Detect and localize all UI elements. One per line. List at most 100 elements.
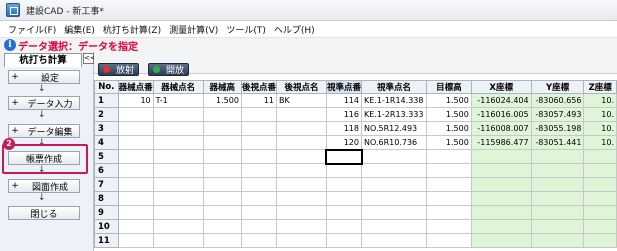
menu-pile-calc[interactable]: 杭打ち計算(Z) xyxy=(99,23,165,36)
table-cell[interactable]: BK xyxy=(275,93,327,108)
menu-survey-calc[interactable]: 測量計算(V) xyxy=(165,23,222,36)
table-row[interactable]: 10 xyxy=(94,219,617,234)
open-button[interactable]: 開放 xyxy=(148,63,190,76)
table-cell[interactable] xyxy=(361,219,427,234)
table-cell[interactable] xyxy=(425,233,472,248)
table-cell[interactable] xyxy=(583,191,617,206)
table-cell[interactable] xyxy=(202,149,242,164)
table-cell[interactable] xyxy=(152,219,204,234)
table-row[interactable]: 9 xyxy=(94,205,617,220)
table-cell[interactable] xyxy=(361,177,427,192)
table-cell[interactable] xyxy=(152,233,204,248)
close-button[interactable]: 閉じる xyxy=(8,206,80,220)
table-cell[interactable]: 1.500 xyxy=(425,135,472,150)
table-cell[interactable]: 120 xyxy=(325,135,363,150)
table-cell[interactable] xyxy=(152,177,204,192)
table-cell[interactable] xyxy=(470,149,532,164)
table-cell[interactable]: KE.1-2R13.333 xyxy=(361,107,427,122)
table-cell[interactable]: 10. xyxy=(583,107,617,122)
table-cell[interactable] xyxy=(470,191,532,206)
table-cell[interactable] xyxy=(583,219,617,234)
table-cell[interactable] xyxy=(470,205,532,220)
data-edit-button[interactable]: + データ編集 xyxy=(8,124,80,138)
table-cell[interactable] xyxy=(361,205,427,220)
column-header[interactable]: X座標 xyxy=(470,80,532,94)
table-cell[interactable] xyxy=(117,149,154,164)
table-cell[interactable] xyxy=(117,121,154,136)
table-cell[interactable]: 1.500 xyxy=(425,107,472,122)
table-cell[interactable] xyxy=(202,205,242,220)
table-row[interactable]: 2 116 KE.1-2R13.333 1.500 -116016.005 -83057.… xyxy=(94,107,617,122)
table-cell[interactable]: -116008.007 xyxy=(470,121,532,136)
table-cell[interactable] xyxy=(325,219,363,234)
table-cell[interactable] xyxy=(202,121,242,136)
column-header[interactable]: 器械高 xyxy=(202,80,242,94)
table-cell[interactable] xyxy=(425,219,472,234)
table-cell[interactable] xyxy=(361,233,427,248)
table-cell[interactable] xyxy=(325,163,363,178)
table-cell[interactable]: KE.1-1R14.338 xyxy=(361,93,427,108)
table-cell[interactable]: 1.500 xyxy=(425,93,472,108)
table-cell[interactable] xyxy=(152,135,204,150)
table-cell[interactable] xyxy=(275,135,327,150)
table-cell[interactable] xyxy=(275,107,327,122)
table-cell[interactable] xyxy=(152,205,204,220)
table-cell[interactable]: 1.500 xyxy=(202,93,242,108)
table-cell[interactable] xyxy=(240,121,277,136)
table-cell[interactable] xyxy=(117,135,154,150)
table-cell[interactable] xyxy=(202,163,242,178)
table-cell[interactable]: 114 xyxy=(325,93,363,108)
table-cell[interactable] xyxy=(361,149,427,164)
table-row[interactable]: 6 xyxy=(94,163,617,178)
table-cell[interactable] xyxy=(152,121,204,136)
table-cell[interactable] xyxy=(275,163,327,178)
table-cell[interactable] xyxy=(117,107,154,122)
table-cell[interactable]: -116016.005 xyxy=(470,107,532,122)
column-header[interactable]: Y座標 xyxy=(530,80,585,94)
table-cell[interactable] xyxy=(117,233,154,248)
table-cell[interactable]: 1.500 xyxy=(425,121,472,136)
table-cell[interactable] xyxy=(240,135,277,150)
table-cell[interactable] xyxy=(202,135,242,150)
table-cell[interactable] xyxy=(325,148,363,165)
table-cell[interactable] xyxy=(202,107,242,122)
table-cell[interactable] xyxy=(325,177,363,192)
table-cell[interactable] xyxy=(583,163,617,178)
table-cell[interactable] xyxy=(425,177,472,192)
table-cell[interactable] xyxy=(530,191,585,206)
column-header[interactable]: 後視点名 xyxy=(275,80,327,94)
table-cell[interactable]: -83057.493 xyxy=(530,107,585,122)
table-cell[interactable] xyxy=(152,191,204,206)
table-cell[interactable]: T-1 xyxy=(152,93,204,108)
table-cell[interactable] xyxy=(240,107,277,122)
table-cell[interactable] xyxy=(152,149,204,164)
table-cell[interactable] xyxy=(325,205,363,220)
column-header[interactable]: 目標高 xyxy=(425,80,472,94)
table-cell[interactable] xyxy=(152,163,204,178)
table-cell[interactable] xyxy=(470,233,532,248)
table-cell[interactable] xyxy=(275,177,327,192)
table-cell[interactable]: -116024.404 xyxy=(470,93,532,108)
table-cell[interactable] xyxy=(117,205,154,220)
table-cell[interactable] xyxy=(152,107,204,122)
table-cell[interactable] xyxy=(117,177,154,192)
table-cell[interactable] xyxy=(583,177,617,192)
table-cell[interactable] xyxy=(202,233,242,248)
table-cell[interactable] xyxy=(202,219,242,234)
table-cell[interactable] xyxy=(530,205,585,220)
table-cell[interactable] xyxy=(583,149,617,164)
table-cell[interactable]: 10. xyxy=(583,135,617,150)
table-cell[interactable]: 116 xyxy=(325,107,363,122)
table-cell[interactable] xyxy=(275,219,327,234)
menu-edit[interactable]: 編集(E) xyxy=(60,23,99,36)
table-row[interactable]: 4 120 NO.6R10.736 1.500 -115986.477 -83051.44… xyxy=(94,135,617,150)
menu-tools[interactable]: ツール(T) xyxy=(222,23,270,36)
table-cell[interactable]: -115986.477 xyxy=(470,135,532,150)
table-cell[interactable] xyxy=(117,219,154,234)
table-cell[interactable] xyxy=(117,163,154,178)
table-cell[interactable] xyxy=(240,163,277,178)
table-cell[interactable]: 10. xyxy=(583,93,617,108)
table-cell[interactable] xyxy=(202,191,242,206)
table-cell[interactable] xyxy=(275,149,327,164)
table-row[interactable]: 7 xyxy=(94,177,617,192)
